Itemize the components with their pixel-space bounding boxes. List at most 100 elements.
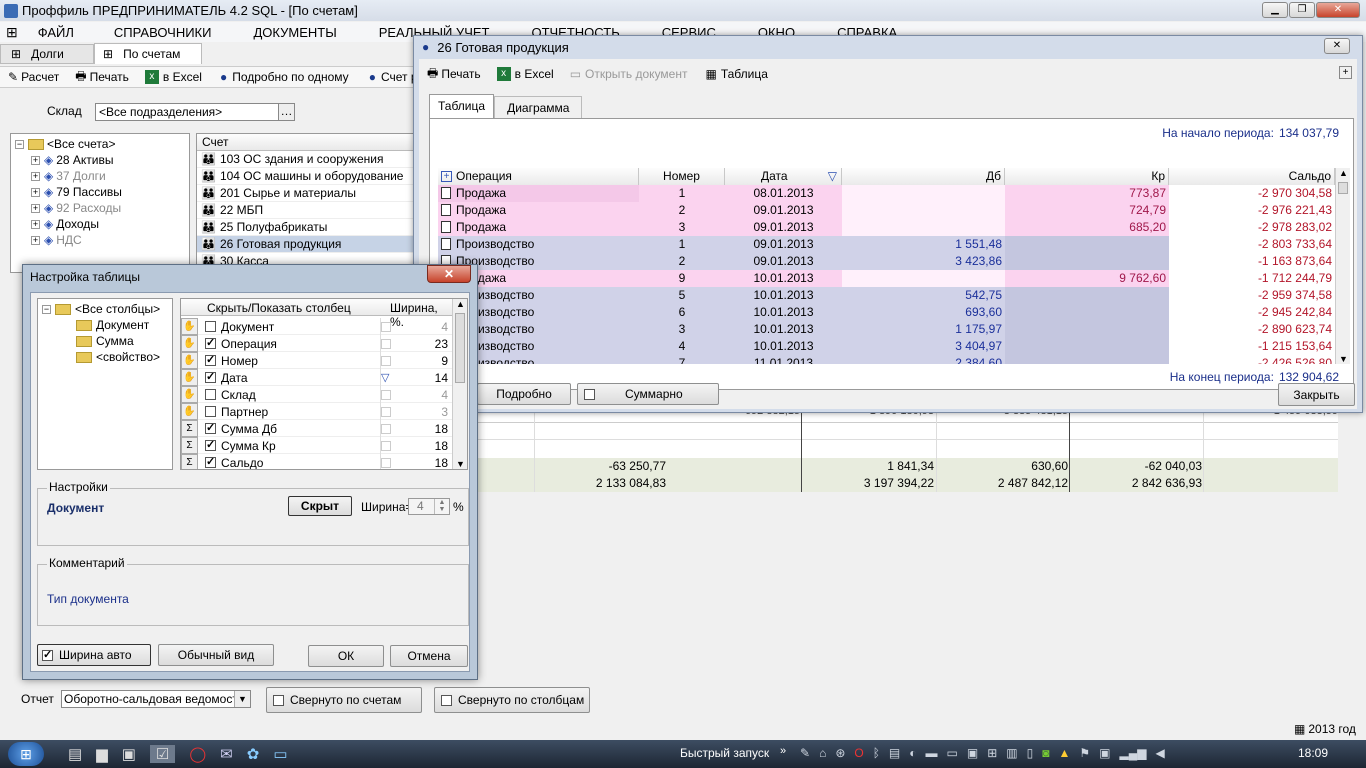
expand-icon[interactable]: + <box>31 187 40 197</box>
minimize-button[interactable]: ▁ <box>1262 2 1288 18</box>
sort-checkbox[interactable] <box>381 356 391 366</box>
excel-button[interactable]: xв Excel <box>144 70 202 84</box>
drive-icon[interactable]: ▲ <box>1058 746 1070 760</box>
account-item[interactable]: 👪 103 ОС здания и сооружения <box>197 151 415 168</box>
sort-desc-icon[interactable]: ▽ <box>828 168 837 185</box>
calculator-icon[interactable]: ▤ <box>68 745 82 763</box>
sort-checkbox[interactable] <box>381 339 391 349</box>
summary-toggle[interactable]: Суммарно <box>577 383 719 405</box>
tree-item[interactable]: + ◈ Доходы <box>31 217 99 231</box>
account-item[interactable]: 👪 26 Готовая продукция <box>197 236 415 253</box>
column-visible-checkbox[interactable] <box>205 321 216 332</box>
column-visible-checkbox[interactable] <box>205 455 216 468</box>
tab-debts[interactable]: ⊞ Долги <box>0 43 94 64</box>
tree-node-property[interactable]: <свойство> <box>76 350 160 364</box>
fold-columns-checkbox[interactable] <box>441 694 452 706</box>
fold-columns-toggle[interactable]: Свернуто по столбцам <box>434 687 590 713</box>
tab-by-accounts[interactable]: ⊞ По счетам <box>94 43 202 64</box>
table-row[interactable]: Производство 1 09.01.2013 1 551,48 -2 803 73… <box>438 236 1335 253</box>
expand-icon[interactable]: + <box>31 171 40 181</box>
column-visible-checkbox[interactable] <box>205 370 216 383</box>
expand-icon[interactable]: + <box>31 203 40 213</box>
column-setting-row[interactable]: ✋ Документ 4 <box>181 318 452 335</box>
expand-icon[interactable]: + <box>31 155 40 165</box>
auto-width-checkbox[interactable] <box>42 648 53 661</box>
table-row[interactable]: Продажа 1 08.01.2013 773,87 -2 970 304,58 <box>438 185 1335 202</box>
clock[interactable]: 18:09 <box>1298 746 1328 760</box>
tree-node-document[interactable]: Документ <box>76 318 149 332</box>
tab-table[interactable]: Таблица <box>429 94 495 118</box>
year-indicator[interactable]: ▦ 2013 год <box>1294 722 1356 736</box>
expand-icon[interactable]: + <box>31 235 40 245</box>
sort-checkbox[interactable] <box>381 458 391 468</box>
tray-icon[interactable]: ▯ <box>1027 746 1034 760</box>
table-row[interactable]: Продажа 3 09.01.2013 685,20 -2 978 283,02 <box>438 219 1335 236</box>
account-item[interactable]: 👪 201 Сырье и материалы <box>197 185 415 202</box>
column-setting-row[interactable]: ✋ Номер 9 <box>181 352 452 369</box>
column-setting-row[interactable]: ✋ Операция 23 <box>181 335 452 352</box>
spinner-arrows[interactable]: ▲ ▼ <box>434 499 449 514</box>
tray-icon[interactable]: ✎ <box>800 746 810 760</box>
tree-item[interactable]: + ◈ НДС <box>31 233 82 247</box>
hidden-button[interactable]: Скрыт <box>288 496 352 516</box>
product-print-button[interactable]: 🖶 Печать <box>427 64 481 85</box>
scroll-down-icon[interactable]: ▼ <box>456 459 465 469</box>
table-row[interactable]: Производство 7 11.01.2013 2 384,60 -2 426 52… <box>438 355 1335 364</box>
column-operation[interactable]: + Операция <box>438 168 639 185</box>
tab-chart[interactable]: Диаграмма <box>494 96 583 118</box>
column-setting-row[interactable]: ✋ Дата ▽ 14 <box>181 369 452 386</box>
dialog-close-button[interactable]: ✕ <box>427 265 471 283</box>
tree-item[interactable]: − <Все счета> <box>15 137 115 151</box>
volume-icon[interactable]: ◀ <box>1155 746 1164 760</box>
nvidia-icon[interactable]: ◙ <box>1042 746 1049 760</box>
sort-checkbox[interactable] <box>381 407 391 417</box>
report-select[interactable]: Оборотно-сальдовая ведомость ▼ <box>61 690 251 708</box>
tree-node-all[interactable]: − <Все столбцы> <box>42 302 160 316</box>
window-icon[interactable]: ▭ <box>273 745 287 763</box>
scroll-up-icon[interactable]: ▲ <box>456 299 465 309</box>
column-visible-checkbox[interactable] <box>205 389 216 400</box>
scroll-down-icon[interactable]: ▼ <box>1339 354 1348 364</box>
tray-icon[interactable]: ⊛ <box>835 746 845 760</box>
opera-tray-icon[interactable]: O <box>854 746 863 760</box>
product-close-button[interactable]: ✕ <box>1324 38 1350 54</box>
table-row[interactable]: Продажа 2 09.01.2013 724,79 -2 976 221,43 <box>438 202 1335 219</box>
account-item[interactable]: 👪 22 МБП <box>197 202 415 219</box>
sort-checkbox[interactable] <box>381 424 391 434</box>
column-balance[interactable]: Сальдо <box>1169 168 1335 185</box>
fold-accounts-toggle[interactable]: Свернуто по счетам <box>266 687 422 713</box>
tree-node-sum[interactable]: Сумма <box>76 334 134 348</box>
detail-button[interactable]: ● Подробно по одному <box>220 70 349 84</box>
summary-checkbox[interactable] <box>584 388 595 400</box>
quick-launch-chevron-icon[interactable]: » <box>780 745 786 757</box>
product-excel-button[interactable]: xв Excel <box>496 67 554 81</box>
table-row[interactable]: Производство 4 10.01.2013 3 404,97 -1 215 15… <box>438 338 1335 355</box>
table-row[interactable]: Производство 5 10.01.2013 542,75 -2 959 374,… <box>438 287 1335 304</box>
explorer-icon[interactable]: ▆ <box>96 745 108 763</box>
account-item[interactable]: 👪 104 ОС машины и оборудование <box>197 168 415 185</box>
auto-width-toggle[interactable]: Ширина авто <box>37 644 151 666</box>
normal-view-button[interactable]: Обычный вид <box>158 644 274 666</box>
account-item[interactable]: 👪 25 Полуфабрикаты <box>197 219 415 236</box>
column-visible-checkbox[interactable] <box>205 353 216 366</box>
flag-icon[interactable]: ⚑ <box>1079 746 1090 760</box>
cancel-button[interactable]: Отмена <box>390 645 468 667</box>
grid-scrollbar[interactable]: ▲ ▼ <box>1335 168 1350 364</box>
expand-icon[interactable]: + <box>1339 66 1352 79</box>
tree-item[interactable]: + ◈ 28 Активы <box>31 153 114 167</box>
messenger-icon[interactable]: ✉ <box>220 745 233 763</box>
tray-icon[interactable]: ▥ <box>1006 746 1017 760</box>
column-setting-row[interactable]: Σ Сумма Кр 18 <box>181 437 452 454</box>
tray-icon[interactable]: ▣ <box>967 746 978 760</box>
sort-checkbox[interactable] <box>381 322 391 332</box>
expand-icon[interactable]: − <box>15 139 24 149</box>
width-spinner[interactable]: 4 ▲ ▼ <box>408 498 450 515</box>
tray-icon[interactable]: ⊞ <box>987 746 997 760</box>
start-button[interactable]: ⊞ <box>8 742 44 766</box>
sort-checkbox[interactable] <box>381 441 391 451</box>
menu-directories[interactable]: СПРАВОЧНИКИ <box>114 25 212 40</box>
column-visible-checkbox[interactable] <box>205 336 216 349</box>
calc-button[interactable]: ✎ Расчет <box>8 70 59 84</box>
maximize-button[interactable]: ❐ <box>1289 2 1315 18</box>
column-credit[interactable]: Кр <box>1005 168 1169 185</box>
